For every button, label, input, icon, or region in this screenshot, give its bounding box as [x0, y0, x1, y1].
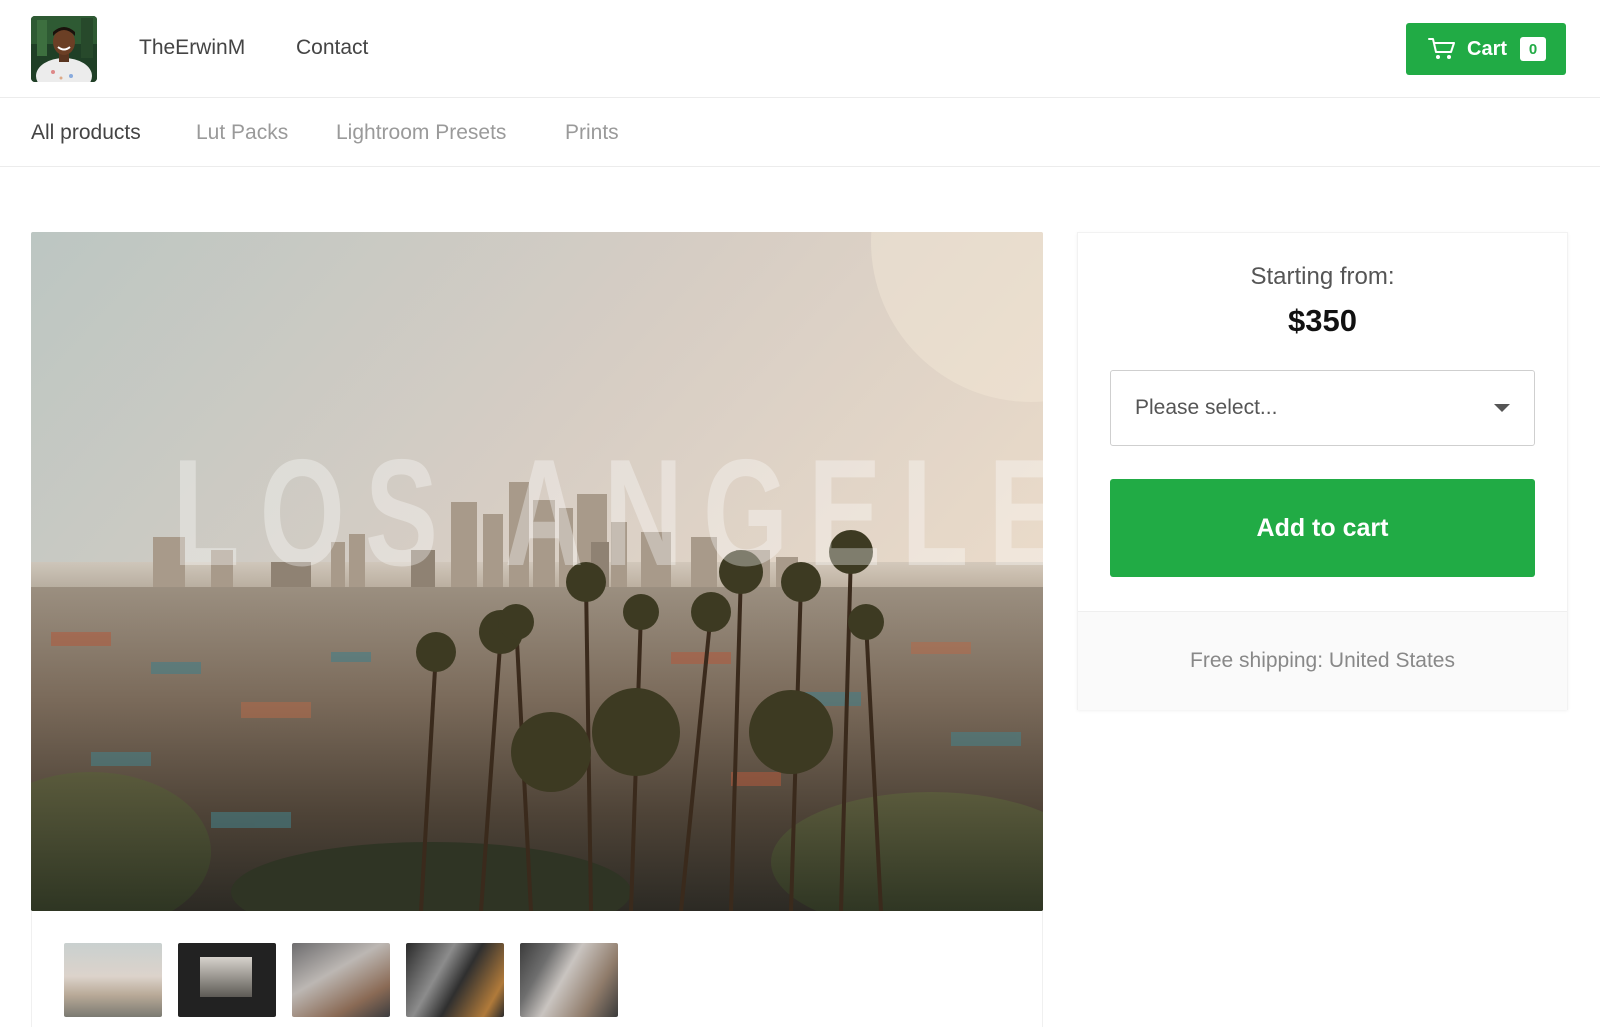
thumbnail-3[interactable] — [292, 943, 390, 1017]
thumbnail-2[interactable] — [178, 943, 276, 1017]
site-header: TheErwinM Contact Cart 0 — [0, 0, 1600, 98]
category-nav: All products Lut Packs Lightroom Presets… — [0, 98, 1600, 167]
chevron-down-icon — [1494, 404, 1510, 412]
store-avatar[interactable] — [31, 16, 97, 82]
thumbnail-2-print — [200, 957, 252, 997]
category-all-products[interactable]: All products — [31, 120, 141, 146]
price: $350 — [1288, 303, 1357, 338]
contact-link[interactable]: Contact — [296, 35, 368, 61]
cart-button[interactable]: Cart 0 — [1406, 23, 1566, 75]
thumbnail-4[interactable] — [406, 943, 504, 1017]
purchase-panel: Starting from: $350 Please select... Add… — [1077, 232, 1568, 710]
category-lut-packs[interactable]: Lut Packs — [196, 120, 288, 146]
option-select-value: Please select... — [1135, 396, 1278, 419]
avatar-image — [31, 16, 97, 82]
cart-icon — [1428, 37, 1456, 61]
option-select[interactable]: Please select... — [1110, 370, 1535, 446]
product-image[interactable]: LOS ANGELES — [31, 232, 1043, 911]
starting-from-label: Starting from: — [1250, 263, 1395, 290]
cart-count-badge: 0 — [1520, 37, 1547, 61]
cart-label: Cart — [1467, 37, 1508, 60]
thumbnail-strip — [31, 911, 1043, 1027]
thumbnail-1[interactable] — [64, 943, 162, 1017]
image-caption: LOS ANGELES — [172, 428, 1043, 598]
category-lightroom-presets[interactable]: Lightroom Presets — [336, 120, 506, 146]
add-to-cart-button[interactable]: Add to cart — [1110, 479, 1535, 577]
category-prints[interactable]: Prints — [565, 120, 619, 146]
store-name-link[interactable]: TheErwinM — [139, 35, 245, 61]
shipping-info: Free shipping: United States — [1078, 611, 1567, 710]
thumbnail-5[interactable] — [520, 943, 618, 1017]
